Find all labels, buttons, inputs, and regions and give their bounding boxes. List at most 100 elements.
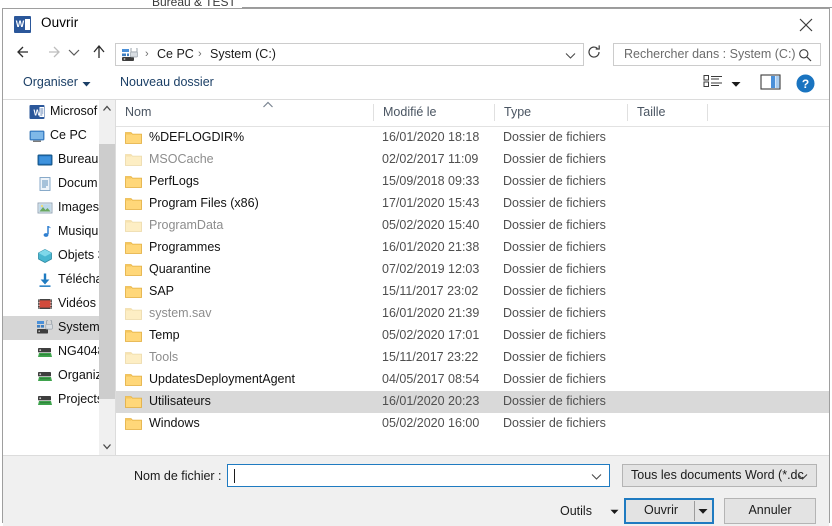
3dobjects-icon — [37, 248, 53, 264]
column-header-label: Nom — [125, 105, 152, 119]
folder-icon — [125, 130, 142, 145]
file-type-filter[interactable]: Tous les documents Word (*.dc — [622, 464, 817, 487]
file-modified: 05/02/2020 16:00 — [382, 416, 480, 430]
open-split-divider — [694, 501, 695, 521]
column-header-label: Taille — [637, 105, 666, 119]
file-name: Windows — [149, 416, 200, 430]
sidebar-item-label: Images — [58, 200, 99, 214]
forward-button[interactable] — [41, 42, 65, 66]
scrollbar-thumb[interactable] — [99, 144, 115, 399]
filename-label: Nom de fichier : — [134, 469, 222, 483]
new-folder-button[interactable]: Nouveau dossier — [120, 75, 214, 89]
word-icon: W — [29, 104, 45, 120]
address-bar[interactable]: › Ce PC › System (C:) — [115, 43, 584, 66]
tools-button[interactable]: Outils — [554, 500, 626, 523]
folder-icon — [125, 176, 142, 188]
computer-icon — [29, 128, 45, 144]
file-type: Dossier de fichiers — [503, 394, 606, 408]
folder-icon — [125, 198, 142, 210]
up-button[interactable] — [87, 42, 111, 66]
table-row[interactable]: Utilisateurs 16/01/2020 20:23 Dossier de f… — [116, 391, 829, 413]
folder-icon — [125, 328, 142, 343]
screen: Bureau & TEST W Ouvrir › Ce PC › System … — [0, 0, 832, 526]
network-drive-icon — [37, 392, 53, 408]
sidebar-item-label: Télécha — [58, 272, 103, 286]
table-row[interactable]: Temp 05/02/2020 17:01 Dossier de fichiers — [116, 325, 829, 347]
table-row[interactable]: SAP 15/11/2017 23:02 Dossier de fichiers — [116, 281, 829, 303]
network-drive-icon — [37, 319, 53, 336]
table-row[interactable]: %DEFLOGDIR% 16/01/2020 18:18 Dossier de fi… — [116, 127, 829, 149]
file-type: Dossier de fichiers — [503, 174, 606, 188]
navigation-scrollbar[interactable] — [99, 100, 115, 455]
caret-down-icon[interactable] — [731, 81, 741, 88]
back-button[interactable] — [12, 42, 36, 66]
sidebar-item-label: Vidéos — [58, 296, 96, 310]
table-row[interactable]: Programmes 16/01/2020 21:38 Dossier de fic… — [116, 237, 829, 259]
table-row[interactable]: MSOCache 02/02/2017 11:09 Dossier de fichi… — [116, 149, 829, 171]
sidebar-item-label: Organiz — [58, 368, 102, 382]
open-button[interactable]: Ouvrir — [624, 498, 714, 524]
help-button[interactable]: ? — [796, 74, 815, 93]
breadcrumb-item-0[interactable]: Ce PC — [157, 47, 194, 61]
table-row[interactable]: Program Files (x86) 17/01/2020 15:43 Dossi… — [116, 193, 829, 215]
column-header-type[interactable]: Type — [495, 100, 628, 126]
videos-icon — [37, 296, 53, 312]
file-name: Programmes — [149, 240, 221, 254]
file-modified: 15/09/2018 09:33 — [382, 174, 480, 188]
file-type: Dossier de fichiers — [503, 372, 606, 386]
3dobjects-icon — [38, 249, 52, 263]
preview-pane-button[interactable] — [760, 74, 782, 93]
table-row[interactable]: Tools 15/11/2017 23:22 Dossier de fichiers — [116, 347, 829, 369]
file-modified: 15/11/2017 23:22 — [382, 350, 479, 364]
folder-icon — [125, 262, 142, 277]
folder-icon — [125, 264, 142, 276]
file-type-filter-value: Tous les documents Word (*.dc — [631, 468, 804, 482]
refresh-button[interactable] — [586, 44, 608, 65]
breadcrumb-separator-1: › — [145, 48, 149, 60]
column-header-nom[interactable]: Nom — [116, 100, 374, 126]
close-button[interactable] — [783, 9, 829, 38]
cancel-button[interactable]: Annuler — [724, 498, 816, 524]
view-mode-button[interactable] — [703, 74, 727, 94]
chevron-down-icon[interactable] — [99, 438, 115, 455]
breadcrumb-item-1[interactable]: System (C:) — [210, 47, 276, 61]
table-row[interactable]: system.sav 16/01/2020 21:39 Dossier de fic… — [116, 303, 829, 325]
desktop-icon — [37, 154, 53, 166]
table-row[interactable]: ProgramData 05/02/2020 15:40 Dossier de fi… — [116, 215, 829, 237]
chevron-up-icon[interactable] — [99, 100, 115, 117]
folder-icon — [125, 154, 142, 166]
table-row[interactable]: Quarantine 07/02/2019 12:03 Dossier de fic… — [116, 259, 829, 281]
folder-icon — [125, 242, 142, 254]
file-name: SAP — [149, 284, 175, 298]
file-modified: 16/01/2020 21:39 — [382, 306, 480, 320]
folder-icon — [125, 220, 142, 232]
arrow-right-icon — [49, 46, 60, 58]
view-list-icon — [703, 75, 722, 87]
file-list-pane: Nom Modifié le Type Taille %DEFLOGDIR% 16/01… — [116, 100, 829, 455]
desktop-icon — [37, 152, 53, 168]
folder-icon — [125, 240, 142, 255]
recent-locations-button[interactable] — [65, 42, 83, 66]
file-type: Dossier de fichiers — [503, 152, 606, 166]
caret-down-icon[interactable] — [82, 81, 91, 88]
column-header-modifi-le[interactable]: Modifié le — [374, 100, 495, 126]
filename-input[interactable] — [227, 464, 610, 487]
chevron-down-icon[interactable] — [565, 52, 576, 60]
column-divider[interactable] — [707, 104, 708, 121]
organise-menu[interactable]: Organiser — [23, 75, 78, 89]
search-input[interactable]: Rechercher dans : System (C:) — [613, 43, 821, 66]
folder-icon — [125, 132, 142, 144]
sidebar-item-label: Objets 3 — [58, 248, 105, 262]
close-icon — [799, 18, 813, 32]
table-row[interactable]: UpdatesDeploymentAgent 04/05/2017 08:54 Do… — [116, 369, 829, 391]
dialog-body: W Microsof Ce PC Bureau Docum Images Musiqu Obj… — [3, 100, 829, 455]
column-header-taille[interactable]: Taille — [628, 100, 708, 126]
caret-down-icon[interactable] — [698, 508, 708, 515]
chevron-down-icon[interactable] — [591, 473, 602, 481]
pictures-icon — [37, 200, 53, 216]
file-modified: 04/05/2017 08:54 — [382, 372, 480, 386]
table-row[interactable]: Windows 05/02/2020 16:00 Dossier de fichie… — [116, 413, 829, 435]
folder-icon — [125, 284, 142, 299]
table-row[interactable]: PerfLogs 15/09/2018 09:33 Dossier de fichi… — [116, 171, 829, 193]
file-type: Dossier de fichiers — [503, 130, 606, 144]
